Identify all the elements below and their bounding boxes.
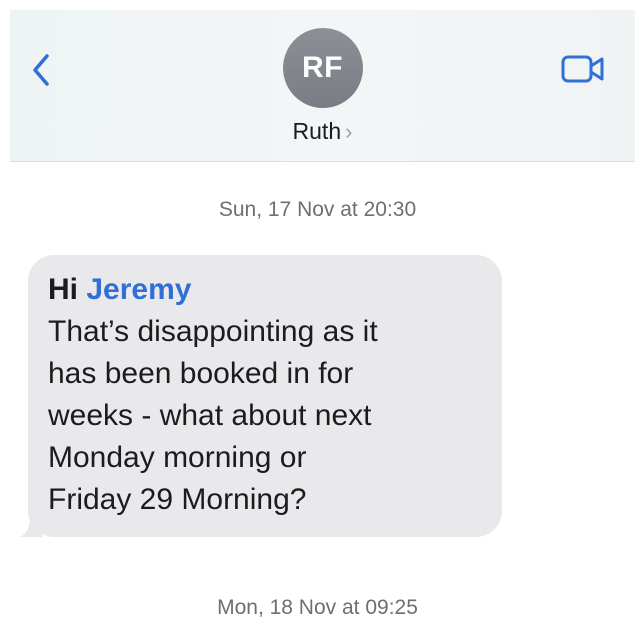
message-line: That’s disappointing as it: [48, 315, 378, 348]
greeting-line: Hi Jeremy: [48, 269, 476, 311]
contact-info[interactable]: RF Ruth ›: [10, 28, 635, 145]
message-line: Monday morning or: [48, 441, 307, 474]
message-timestamp: Mon, 18 Nov at 09:25: [217, 596, 418, 619]
contact-name: Ruth: [292, 118, 342, 144]
avatar-initials: RF: [302, 51, 343, 84]
conversation-header: RF Ruth ›: [10, 10, 635, 162]
contact-name-row[interactable]: Ruth ›: [293, 118, 353, 145]
message-line: weeks - what about next: [48, 399, 372, 432]
video-camera-icon: [561, 55, 604, 83]
message-line: has been booked in for: [48, 357, 354, 390]
facetime-video-button[interactable]: [561, 54, 605, 84]
message-line: Friday 29 Morning?: [48, 483, 307, 516]
chevron-right-icon: ›: [345, 118, 353, 144]
message-bubble: Hi Jeremy That’s disappointing as it has…: [28, 255, 502, 537]
mention-link[interactable]: Jeremy: [86, 273, 191, 306]
avatar[interactable]: RF: [282, 28, 363, 108]
incoming-message[interactable]: Hi Jeremy That’s disappointing as it has…: [20, 255, 502, 537]
message-timestamp: Sun, 17 Nov at 20:30: [218, 198, 417, 221]
greeting-text: Hi: [48, 273, 78, 306]
